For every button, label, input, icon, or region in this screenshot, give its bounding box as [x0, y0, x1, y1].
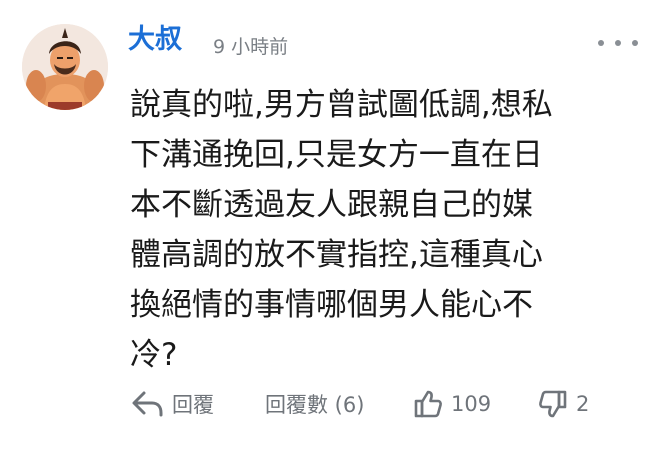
dislike-count: 2 [576, 392, 590, 416]
thumbs-down-icon [539, 390, 567, 418]
action-bar: 回覆 回覆數 (6) 109 2 [0, 382, 672, 426]
reply-button[interactable]: 回覆 [130, 382, 214, 426]
replies-count-label: 回覆數 (6) [265, 393, 365, 417]
like-button[interactable]: 109 [413, 382, 491, 426]
more-options-button[interactable] [598, 36, 638, 50]
avatar-image [22, 24, 108, 110]
more-horizontal-icon [632, 40, 638, 46]
timestamp: 9 小時前 [213, 36, 289, 58]
comment-text: 說真的啦,男方曾試圖低調,想私 下溝通挽回,只是女方一直在日 本不斷透過友人跟親… [130, 87, 553, 373]
avatar[interactable] [22, 24, 108, 110]
reply-arrow-icon [132, 391, 163, 417]
author-name[interactable]: 大叔 [128, 26, 182, 53]
thumbs-up-icon [414, 390, 442, 418]
reply-label: 回覆 [172, 393, 214, 417]
more-horizontal-icon [598, 40, 604, 46]
dislike-button[interactable]: 2 [538, 382, 589, 426]
replies-count-button[interactable]: 回覆數 (6) [265, 382, 364, 426]
like-count: 109 [451, 392, 492, 416]
more-horizontal-icon [615, 40, 621, 46]
